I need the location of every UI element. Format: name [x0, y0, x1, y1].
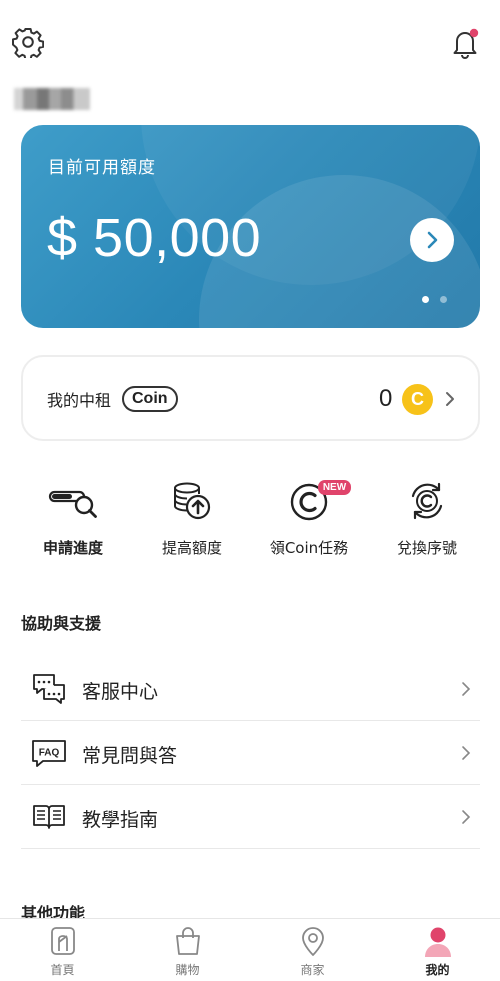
home-icon	[51, 927, 75, 955]
quick-actions: 申請進度 提高額度 領Coin任務 兌換序號	[0, 476, 500, 566]
tab-label: 我的	[425, 963, 450, 977]
book-icon	[33, 805, 65, 829]
chevron-right-icon	[446, 392, 454, 406]
coin-icon: C	[402, 384, 433, 415]
action-raise-limit[interactable]: 提高額度	[137, 476, 247, 566]
my-coin-row[interactable]: 我的中租 Coin 0 C	[21, 355, 480, 441]
gear-icon[interactable]	[12, 26, 44, 58]
list-item-label: 常見問與答	[82, 745, 178, 767]
bell-icon[interactable]	[448, 26, 482, 60]
tab-label: 商家	[300, 963, 325, 977]
tab-mine[interactable]: 我的	[375, 919, 500, 981]
shopping-bag-icon	[176, 927, 200, 955]
chat-bubbles-icon	[33, 674, 65, 704]
list-item-label: 客服中心	[82, 681, 159, 703]
carousel-dot-active[interactable]	[422, 296, 429, 303]
credit-detail-button[interactable]	[410, 218, 454, 262]
coin-count: 0	[379, 385, 393, 412]
tab-shopping[interactable]: 購物	[125, 919, 250, 981]
new-badge: NEW	[318, 480, 351, 495]
available-credit-amount: $ 50,000	[47, 208, 262, 268]
location-pin-icon	[302, 927, 324, 956]
action-label: 申請進度	[42, 539, 103, 557]
action-application-progress[interactable]: 申請進度	[18, 476, 128, 566]
tab-label: 首頁	[50, 963, 75, 977]
chevron-right-icon	[462, 682, 471, 696]
top-bar	[0, 0, 500, 80]
username-blurred	[14, 88, 90, 110]
faq-icon: FAQ	[32, 740, 66, 767]
action-label: 兌換序號	[396, 539, 457, 557]
chevron-right-icon	[427, 231, 438, 249]
coins-upload-icon	[174, 482, 211, 520]
action-label: 領Coin任務	[269, 539, 349, 557]
my-coin-label: 我的中租	[47, 391, 112, 410]
available-credit-label: 目前可用額度	[48, 158, 156, 178]
tab-merchants[interactable]: 商家	[250, 919, 375, 981]
notification-dot	[469, 28, 479, 38]
list-item-tutorial[interactable]: 教學指南	[21, 785, 480, 849]
action-redeem-code[interactable]: 兌換序號	[372, 476, 482, 566]
svg-text:FAQ: FAQ	[39, 748, 60, 759]
tab-home[interactable]: 首頁	[0, 919, 125, 981]
list-item-customer-service[interactable]: 客服中心	[21, 657, 480, 721]
support-list: 客服中心 FAQ 常見問與答 教學指南	[21, 657, 480, 849]
action-label: 提高額度	[161, 539, 222, 557]
list-item-label: 教學指南	[82, 809, 159, 831]
tab-label: 購物	[175, 963, 200, 977]
progress-search-icon	[48, 490, 97, 518]
support-section-title: 協助與支援	[21, 614, 102, 633]
list-item-faq[interactable]: FAQ 常見問與答	[21, 721, 480, 785]
chevron-right-icon	[462, 746, 471, 760]
coin-exchange-icon	[411, 482, 443, 520]
chevron-right-icon	[462, 810, 471, 824]
available-credit-card[interactable]: 目前可用額度 $ 50,000	[21, 125, 480, 328]
profile-icon	[425, 927, 451, 957]
bottom-tab-bar: 首頁 購物 商家 我的	[0, 918, 500, 981]
coin-pill: Coin	[122, 386, 178, 412]
carousel-dot[interactable]	[440, 296, 447, 303]
